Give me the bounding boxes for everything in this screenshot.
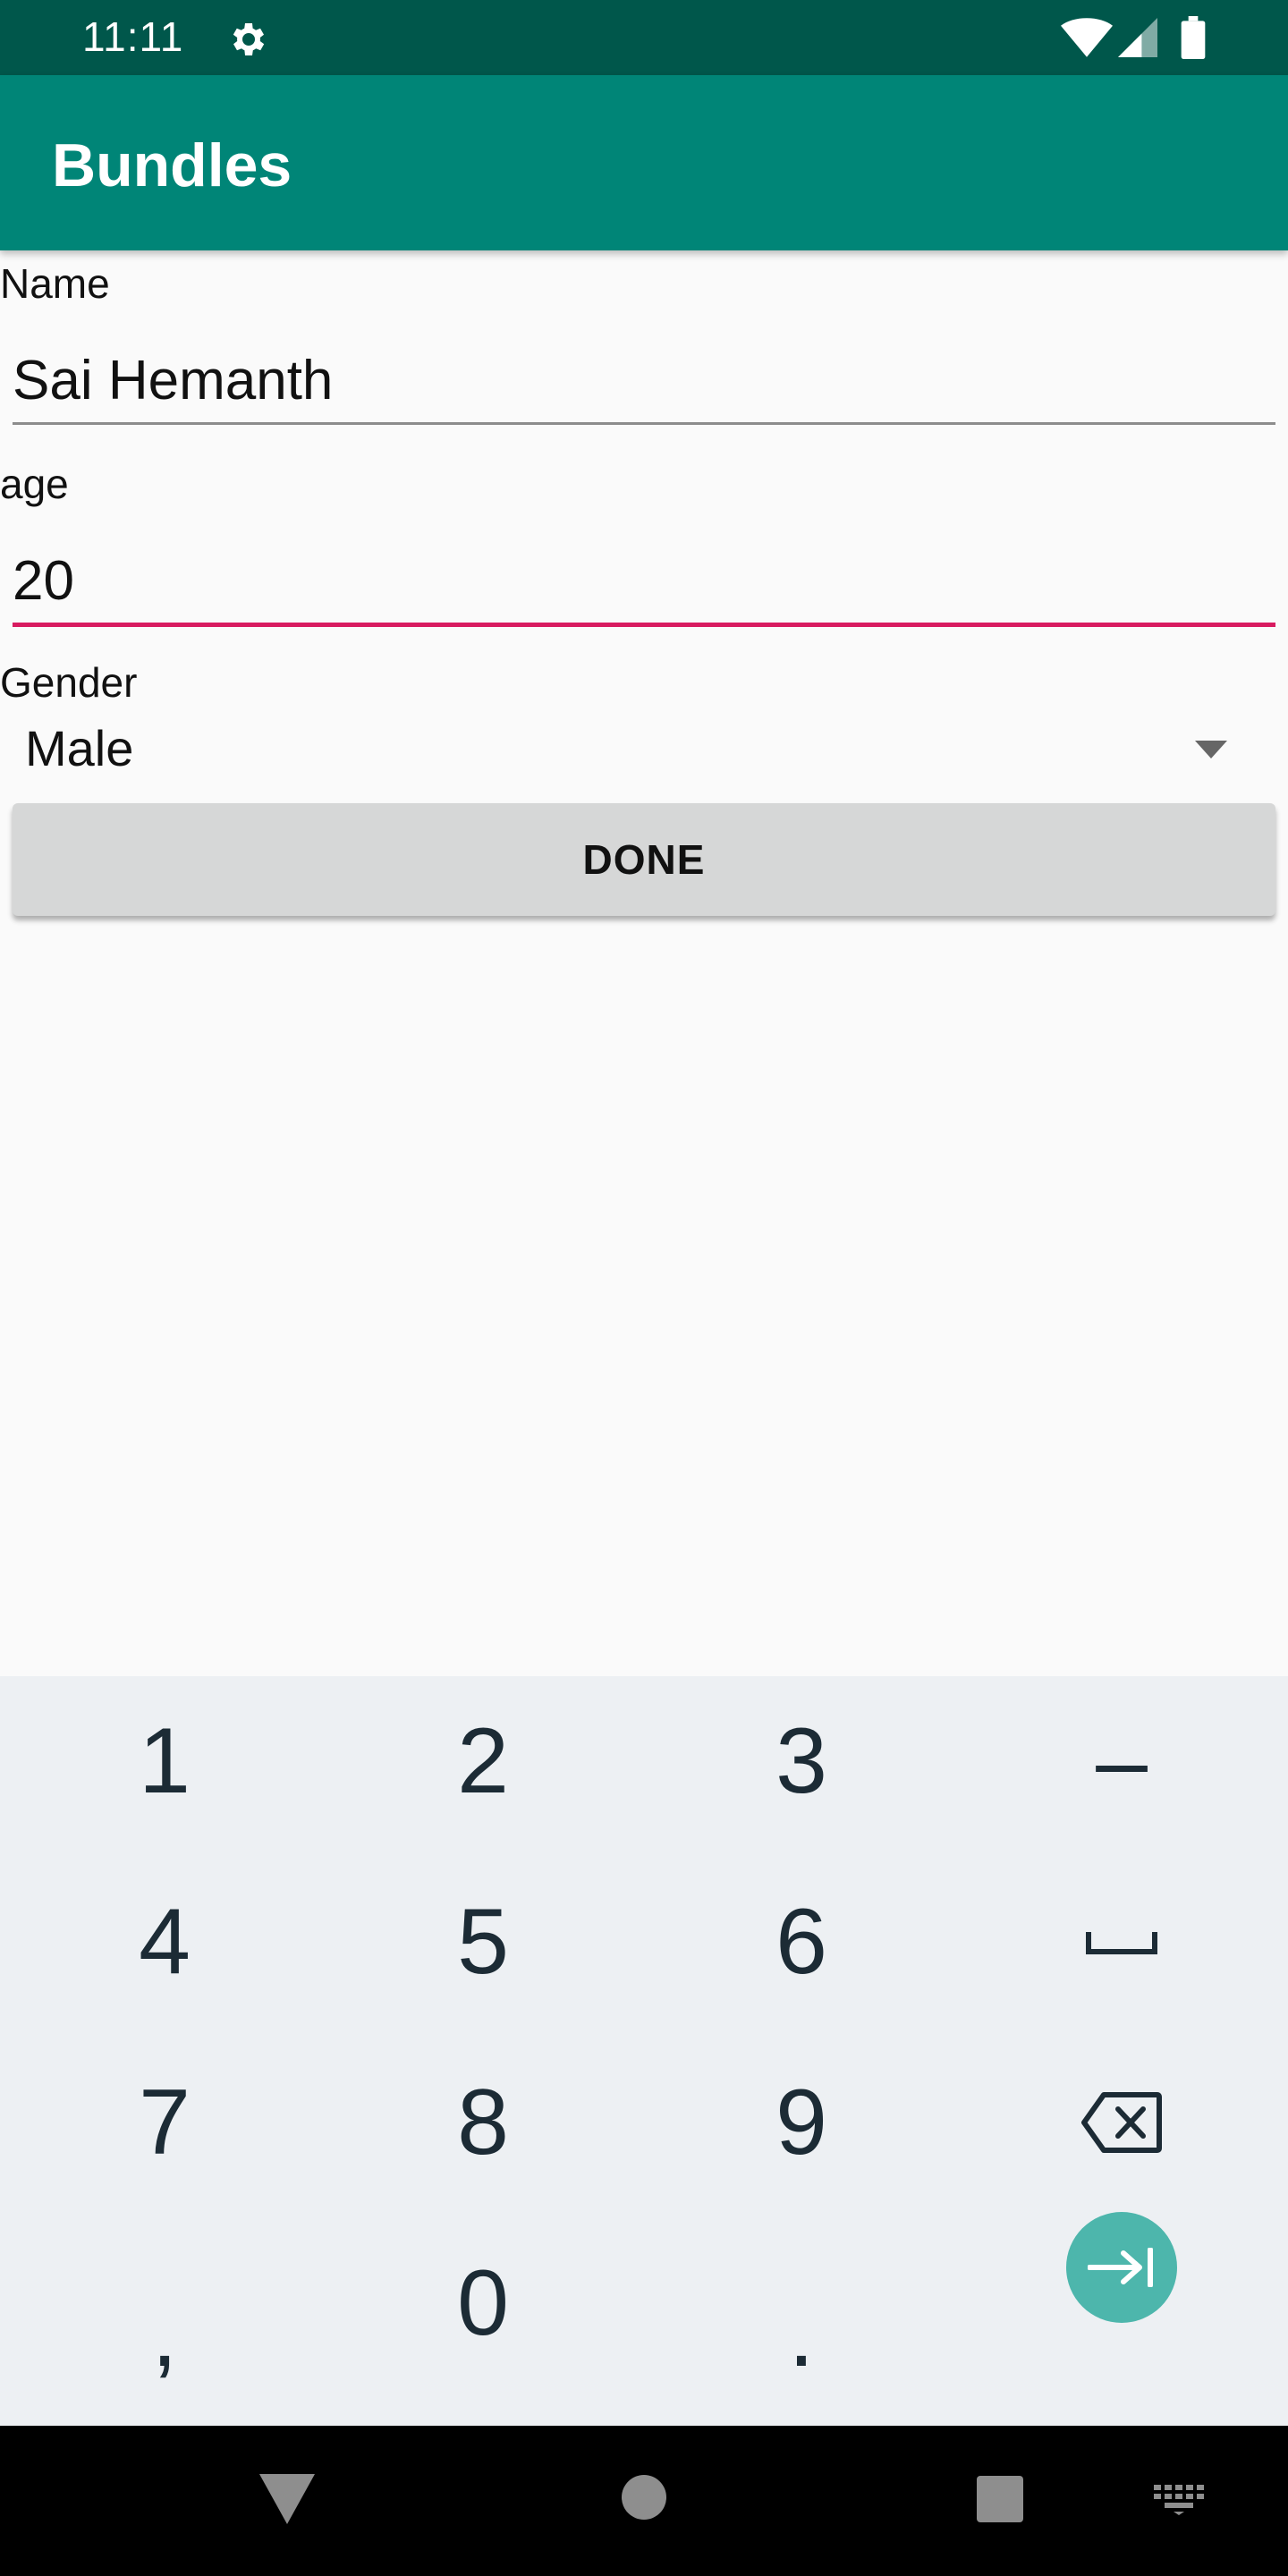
name-label: Name bbox=[0, 260, 110, 307]
navigation-bar bbox=[0, 2426, 1288, 2576]
home-icon[interactable] bbox=[621, 2474, 667, 2521]
numeric-keyboard: 1 2 3 – 4 5 6 7 8 9 , 0 . bbox=[0, 1676, 1288, 2426]
key-3[interactable]: 3 bbox=[667, 1676, 936, 1846]
signal-icon bbox=[1118, 18, 1157, 57]
key-space[interactable] bbox=[987, 1857, 1256, 2027]
app-title: Bundles bbox=[52, 131, 292, 199]
key-2[interactable]: 2 bbox=[349, 1676, 617, 1846]
gender-selected-value[interactable]: Male bbox=[25, 719, 133, 777]
name-field-underline bbox=[13, 422, 1275, 425]
key-7[interactable]: 7 bbox=[30, 2038, 299, 2207]
status-bar: 11:11 bbox=[0, 0, 1288, 75]
key-6[interactable]: 6 bbox=[667, 1857, 936, 2027]
key-5[interactable]: 5 bbox=[349, 1857, 617, 2027]
age-field-value[interactable]: 20 bbox=[13, 549, 74, 613]
gear-icon bbox=[233, 23, 265, 55]
back-icon[interactable] bbox=[259, 2474, 315, 2524]
age-label: age bbox=[0, 461, 69, 507]
name-field-value[interactable]: Sai Hemanth bbox=[13, 349, 333, 412]
key-comma[interactable]: , bbox=[30, 2218, 299, 2388]
done-button[interactable]: DONE bbox=[13, 803, 1275, 916]
space-icon bbox=[1086, 1932, 1157, 1954]
wifi-icon bbox=[1061, 18, 1113, 57]
status-time: 11:11 bbox=[82, 13, 184, 60]
backspace-icon bbox=[1081, 2092, 1162, 2153]
age-field-underline bbox=[13, 623, 1275, 627]
key-next[interactable] bbox=[987, 2182, 1256, 2352]
keyboard-switch-icon[interactable] bbox=[1154, 2485, 1204, 2515]
key-9[interactable]: 9 bbox=[667, 2038, 936, 2207]
recents-icon[interactable] bbox=[977, 2476, 1023, 2522]
key-period[interactable]: . bbox=[667, 2218, 936, 2388]
key-dash[interactable]: – bbox=[987, 1676, 1256, 1846]
gender-label: Gender bbox=[0, 659, 138, 706]
battery-icon bbox=[1181, 16, 1206, 59]
next-field-button[interactable] bbox=[1066, 2212, 1177, 2323]
key-4[interactable]: 4 bbox=[30, 1857, 299, 2027]
dropdown-arrow-icon[interactable] bbox=[1195, 741, 1227, 758]
key-8[interactable]: 8 bbox=[349, 2038, 617, 2207]
app-bar: Bundles bbox=[0, 75, 1288, 250]
next-field-icon bbox=[1088, 2248, 1153, 2287]
key-1[interactable]: 1 bbox=[30, 1676, 299, 1846]
key-0[interactable]: 0 bbox=[349, 2218, 617, 2388]
